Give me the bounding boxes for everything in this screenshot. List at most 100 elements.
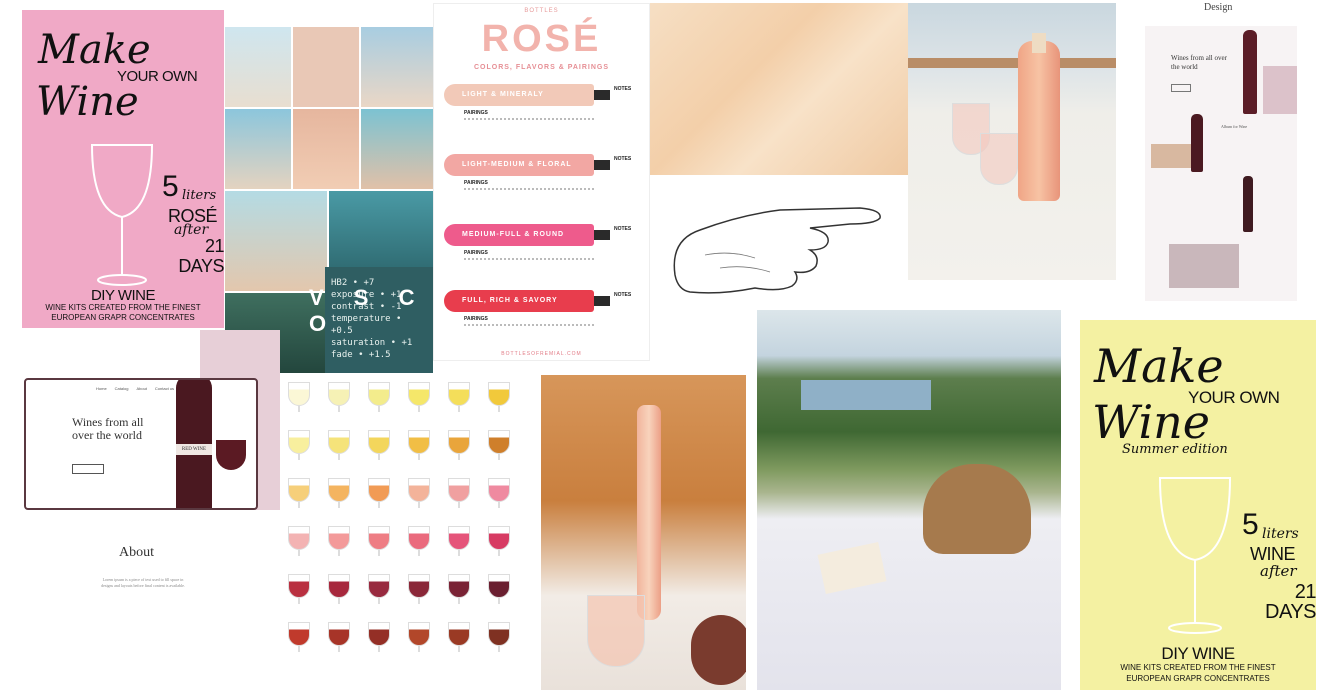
poster-days: 21 DAYS — [178, 236, 224, 276]
poster-sub-2: EUROPEAN GRAPR CONCENTRATES — [51, 313, 195, 322]
wine-color-glass — [288, 430, 310, 454]
bottle-cap — [1032, 33, 1046, 53]
beach-photo — [225, 109, 291, 189]
poster-make-text: Make — [38, 27, 151, 73]
bottle-neck — [594, 90, 610, 100]
wine-color-glass-grid — [282, 376, 530, 672]
yellow-wine-poster: Make YOUR OWN Wine Summer edition 5 lite… — [1080, 320, 1316, 690]
poster-make-text: Make — [1094, 339, 1224, 393]
glass-stem — [498, 502, 500, 508]
pink-panel — [1263, 66, 1297, 114]
poster-wine-text: Wine — [36, 79, 139, 125]
wine-color-glass — [288, 478, 310, 502]
cheese-photo — [1151, 144, 1191, 168]
vsco-title: V S C O — [309, 285, 427, 336]
poster-after: after — [1260, 562, 1297, 580]
wine-color-glass — [488, 622, 510, 646]
design-photo — [1169, 244, 1239, 288]
vsco-setting: fade • +1.5 — [331, 350, 391, 360]
wine-color-glass — [488, 574, 510, 598]
rose-pairing: PAIRINGS — [464, 110, 488, 116]
website-hero-text: Wines from all over the world — [72, 415, 144, 442]
glass-stem — [298, 598, 300, 604]
nav-link[interactable]: Home — [96, 386, 107, 391]
glass-stem — [498, 550, 500, 556]
glass-stem — [418, 646, 420, 652]
about-text: Lorem ipsum is a piece of text used to f… — [101, 577, 185, 588]
glass-stem — [378, 454, 380, 460]
rose-notes: NOTES — [614, 156, 632, 162]
rose-infographic: BOTTLES ROSÉ COLORS, FLAVORS & PAIRINGS … — [433, 3, 650, 361]
design-section-title: Album for Wine — [1221, 124, 1248, 129]
poster-liters-word: liters — [1262, 526, 1299, 542]
glass-stem — [418, 502, 420, 508]
nav-link[interactable]: Contact us — [155, 386, 174, 391]
rose-notes: NOTES — [614, 292, 632, 298]
glass-stem — [498, 406, 500, 412]
wine-color-glass — [408, 478, 430, 502]
wine-bottle — [1243, 30, 1257, 114]
glass-stem — [418, 598, 420, 604]
glass-stem — [458, 550, 460, 556]
website-cta-button[interactable] — [72, 464, 104, 474]
poster-diy: DIY WINE — [1161, 644, 1235, 663]
poster-days: 21 DAYS — [1265, 581, 1316, 623]
glass-stem — [378, 502, 380, 508]
wine-bottle — [1243, 176, 1253, 232]
wine-color-glass — [488, 526, 510, 550]
pink-wine-poster: Make YOUR OWN Wine 5 liters ROSÉ after 2… — [22, 10, 224, 328]
glass-stem — [498, 598, 500, 604]
wine-bottle — [1191, 114, 1203, 172]
glass-stem — [378, 598, 380, 604]
wine-color-glass — [488, 430, 510, 454]
design-cta-button[interactable] — [1171, 84, 1191, 92]
rose-wine-table-photo — [908, 3, 1116, 280]
wine-color-glass — [408, 526, 430, 550]
wine-color-glass — [288, 382, 310, 406]
nav-link[interactable]: About — [136, 386, 146, 391]
glass-stem — [298, 646, 300, 652]
wine-color-glass — [488, 478, 510, 502]
glass-stem — [298, 550, 300, 556]
lake-water — [801, 380, 931, 410]
glass-stem — [338, 598, 340, 604]
wine-color-glass — [328, 382, 350, 406]
bottle-label: RED WINE — [176, 444, 212, 455]
rose-bottle-label: LIGHT-MEDIUM & FLORAL — [444, 154, 594, 176]
wine-glass-icon — [1158, 477, 1232, 634]
glass-stem — [458, 454, 460, 460]
glass-stem — [378, 646, 380, 652]
coconut-photo — [293, 27, 359, 107]
wine-glass — [980, 133, 1018, 185]
rose-footer: BOTTLESOFREMIAL.COM — [501, 351, 582, 357]
wine-glass-icon — [90, 144, 154, 286]
vsco-beach-collage: HB2 • +7 exposure • +1 contrast • -1 tem… — [225, 27, 433, 373]
poster-liters-word: liters — [182, 188, 217, 203]
glass-stem — [458, 502, 460, 508]
rose-pairing: PAIRINGS — [464, 250, 488, 256]
wine-color-glass — [448, 574, 470, 598]
nav-link[interactable]: Catalog — [115, 386, 129, 391]
poster-wine-text: Wine — [1092, 395, 1211, 449]
design-label: Design — [1204, 2, 1233, 13]
glass-stem — [338, 406, 340, 412]
glass-stem — [338, 502, 340, 508]
glass-stem — [338, 550, 340, 556]
wine-color-glass — [448, 622, 470, 646]
glass-stem — [338, 454, 340, 460]
rose-bottle-label: LIGHT & MINERALY — [444, 84, 594, 106]
beach-photo — [361, 109, 433, 189]
open-book — [817, 541, 887, 595]
beach-photo — [225, 27, 291, 107]
wine-color-glass — [408, 430, 430, 454]
water-texture-photo — [650, 3, 908, 175]
wine-color-glass — [288, 574, 310, 598]
wine-color-glass — [408, 622, 430, 646]
wine-color-glass — [448, 478, 470, 502]
glass-stem — [458, 598, 460, 604]
glass-stem — [458, 646, 460, 652]
rose-subtitle: COLORS, FLAVORS & PAIRINGS — [473, 64, 610, 71]
glass-stem — [418, 406, 420, 412]
glass-stem — [378, 406, 380, 412]
glass-stem — [498, 646, 500, 652]
